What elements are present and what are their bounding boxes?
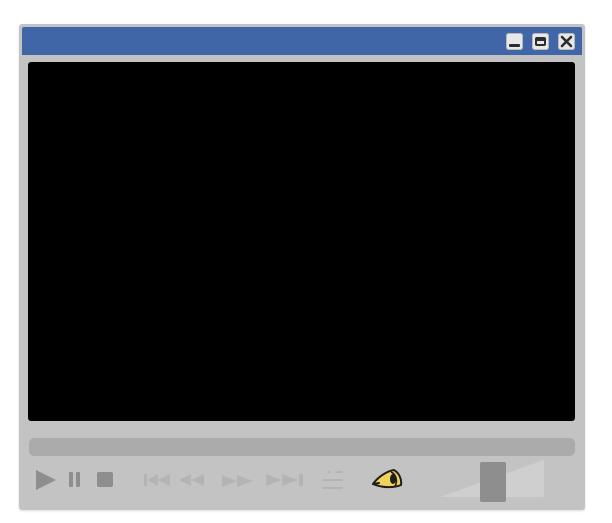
skip-next-button[interactable] [265,473,305,487]
skip-previous-icon [144,474,170,486]
volume-thumb[interactable] [480,462,506,502]
volume-slider[interactable] [438,457,548,505]
volume-icon [440,460,544,502]
visualization-button[interactable] [370,468,404,492]
maximize-icon [535,37,546,46]
play-button[interactable] [34,468,58,492]
minimize-button[interactable] [506,33,523,50]
eye-icon [372,469,403,489]
rewind-icon [179,474,204,486]
maximize-button[interactable] [532,33,549,50]
media-player-window [19,24,585,510]
playlist-button[interactable] [320,469,345,491]
skip-previous-button[interactable] [143,473,171,487]
video-display[interactable] [28,62,575,421]
minimize-icon [509,44,520,47]
seek-bar[interactable] [29,438,575,456]
pause-button[interactable] [68,471,82,488]
pause-icon [69,472,80,487]
play-icon [36,470,56,490]
title-bar[interactable] [22,27,582,55]
fast-forward-button[interactable] [221,474,254,488]
playlist-icon [322,470,343,489]
stop-icon [97,472,113,487]
rewind-button[interactable] [177,473,205,487]
skip-next-icon [266,474,303,486]
close-button[interactable] [558,33,575,50]
fast-forward-icon [222,475,253,487]
stop-button[interactable] [96,471,114,488]
close-icon [560,35,573,48]
